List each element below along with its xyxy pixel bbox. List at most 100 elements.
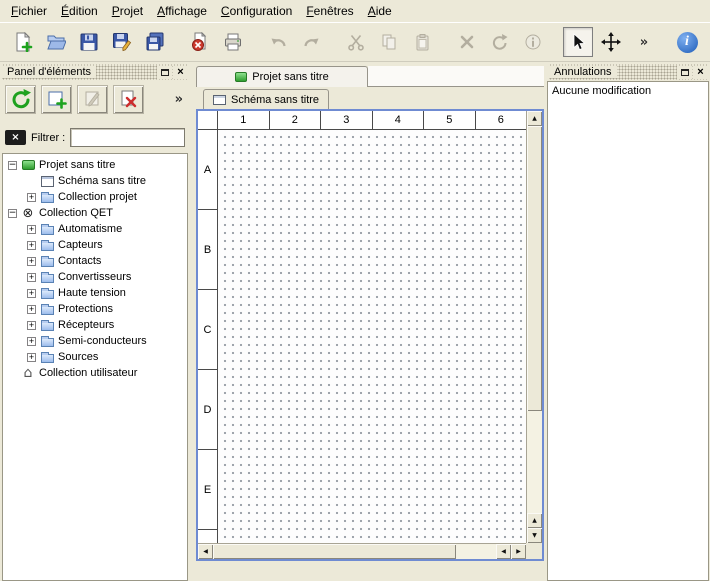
scroll-up-button-2[interactable] — [527, 513, 542, 528]
folder-icon — [40, 335, 54, 347]
tree-item-label: Collection QET — [39, 207, 113, 219]
menu-fichier[interactable]: Fichier — [4, 1, 54, 21]
schema-canvas[interactable] — [218, 130, 526, 543]
expand-icon[interactable] — [27, 257, 36, 266]
expand-icon[interactable] — [27, 273, 36, 282]
tree-item-projet-sans-titre[interactable]: Projet sans titre — [3, 157, 187, 173]
menu-affichage[interactable]: Affichage — [150, 1, 214, 21]
tree-item-collection-utilisateur[interactable]: Collection utilisateur — [3, 365, 187, 381]
save-all-button[interactable] — [140, 27, 170, 57]
file2-toolbar-group — [185, 27, 248, 57]
expand-icon[interactable] — [27, 337, 36, 346]
float-panel-button[interactable] — [157, 66, 172, 79]
row-header: B — [198, 210, 217, 290]
scroll-left-button[interactable] — [198, 544, 213, 559]
expand-icon[interactable] — [27, 305, 36, 314]
undo-button[interactable] — [263, 27, 293, 57]
collapse-icon[interactable] — [8, 161, 17, 170]
elements-panel: Panel d'éléments — [0, 62, 190, 581]
down-arrow-icon — [532, 533, 537, 539]
reload-collections-button[interactable] — [5, 85, 36, 114]
expand-icon[interactable] — [27, 321, 36, 330]
panel-overflow-button[interactable] — [175, 92, 183, 107]
menu-aide[interactable]: Aide — [361, 1, 399, 21]
menu-configuration[interactable]: Configuration — [214, 1, 299, 21]
row-header: E — [198, 450, 217, 530]
rotate-button[interactable] — [485, 27, 515, 57]
close-icon — [697, 66, 703, 78]
vertical-scroll-track[interactable] — [527, 411, 542, 513]
close-file-button[interactable] — [185, 27, 215, 57]
edit-element-button[interactable] — [77, 85, 108, 114]
new-element-button[interactable] — [41, 85, 72, 114]
info-button[interactable] — [518, 27, 548, 57]
move-mode-button[interactable] — [596, 27, 626, 57]
tree-item-sources[interactable]: Sources — [3, 349, 187, 365]
horizontal-scrollbar[interactable] — [198, 543, 526, 559]
tab-schema-sans-titre[interactable]: Schéma sans titre — [203, 89, 329, 109]
chevron-right-icon — [640, 35, 648, 50]
scroll-down-button[interactable] — [527, 528, 542, 543]
print-button[interactable] — [218, 27, 248, 57]
save-button[interactable] — [74, 27, 104, 57]
scroll-right-button[interactable] — [511, 544, 526, 559]
folder-icon — [40, 223, 54, 235]
tree-item-collection-qet[interactable]: Collection QET — [3, 205, 187, 221]
redo-button[interactable] — [296, 27, 326, 57]
expand-icon[interactable] — [27, 353, 36, 362]
about-button[interactable] — [672, 27, 702, 57]
menu-projet[interactable]: Projet — [105, 1, 150, 21]
tree-item-automatisme[interactable]: Automatisme — [3, 221, 187, 237]
expand-icon[interactable] — [27, 193, 36, 202]
expand-icon[interactable] — [27, 241, 36, 250]
tree-item-schema-sans-titre[interactable]: Schéma sans titre — [3, 173, 187, 189]
cut-button[interactable] — [341, 27, 371, 57]
menu-fenetres[interactable]: Fenêtres — [299, 1, 360, 21]
filter-input[interactable] — [70, 128, 185, 147]
collapse-icon[interactable] — [8, 209, 17, 218]
save-as-button[interactable] — [107, 27, 137, 57]
select-mode-button[interactable] — [563, 27, 593, 57]
folder-icon — [40, 303, 54, 315]
horizontal-scroll-track[interactable] — [456, 544, 496, 559]
close-panel-button[interactable] — [693, 66, 708, 79]
expand-icon[interactable] — [27, 225, 36, 234]
toolbar-overflow-button[interactable] — [629, 27, 659, 57]
new-file-button[interactable] — [8, 27, 38, 57]
tree-item-protections[interactable]: Protections — [3, 301, 187, 317]
close-panel-button[interactable] — [173, 66, 188, 79]
tree-item-haute-tension[interactable]: Haute tension — [3, 285, 187, 301]
tree-item-capteurs[interactable]: Capteurs — [3, 237, 187, 253]
delete-element-button[interactable] — [113, 85, 144, 114]
horizontal-scroll-thumb[interactable] — [213, 544, 456, 559]
copy-button[interactable] — [374, 27, 404, 57]
vertical-scrollbar[interactable] — [526, 111, 542, 543]
tree-item-label: Contacts — [58, 255, 101, 267]
menu-edition[interactable]: Édition — [54, 1, 105, 21]
float-panel-button[interactable] — [677, 66, 692, 79]
folder-icon — [40, 271, 54, 283]
scroll-up-button[interactable] — [527, 111, 542, 126]
tab-projet-sans-titre[interactable]: Projet sans titre — [196, 66, 368, 87]
row-ruler: A B C D E — [198, 130, 218, 543]
scroll-left-button-2[interactable] — [496, 544, 511, 559]
elements-panel-titlebar[interactable]: Panel d'éléments — [2, 64, 188, 80]
paste-icon — [413, 33, 432, 52]
up-arrow-icon — [532, 116, 537, 122]
print-icon — [223, 32, 243, 52]
paste-button[interactable] — [407, 27, 437, 57]
expand-icon[interactable] — [27, 289, 36, 298]
tree-item-collection-projet[interactable]: Collection projet — [3, 189, 187, 205]
new-element-icon — [47, 89, 67, 109]
tree-item-recepteurs[interactable]: Récepteurs — [3, 317, 187, 333]
open-file-button[interactable] — [41, 27, 71, 57]
tree-item-semi-conducteurs[interactable]: Semi-conducteurs — [3, 333, 187, 349]
clear-filter-button[interactable] — [5, 130, 26, 145]
undo-toolbar-group — [263, 27, 326, 57]
tree-item-convertisseurs[interactable]: Convertisseurs — [3, 269, 187, 285]
delete-button[interactable] — [452, 27, 482, 57]
vertical-scroll-thumb[interactable] — [527, 126, 542, 411]
tree-item-contacts[interactable]: Contacts — [3, 253, 187, 269]
up-arrow-icon — [532, 518, 537, 524]
undo-panel-titlebar[interactable]: Annulations — [549, 64, 708, 80]
